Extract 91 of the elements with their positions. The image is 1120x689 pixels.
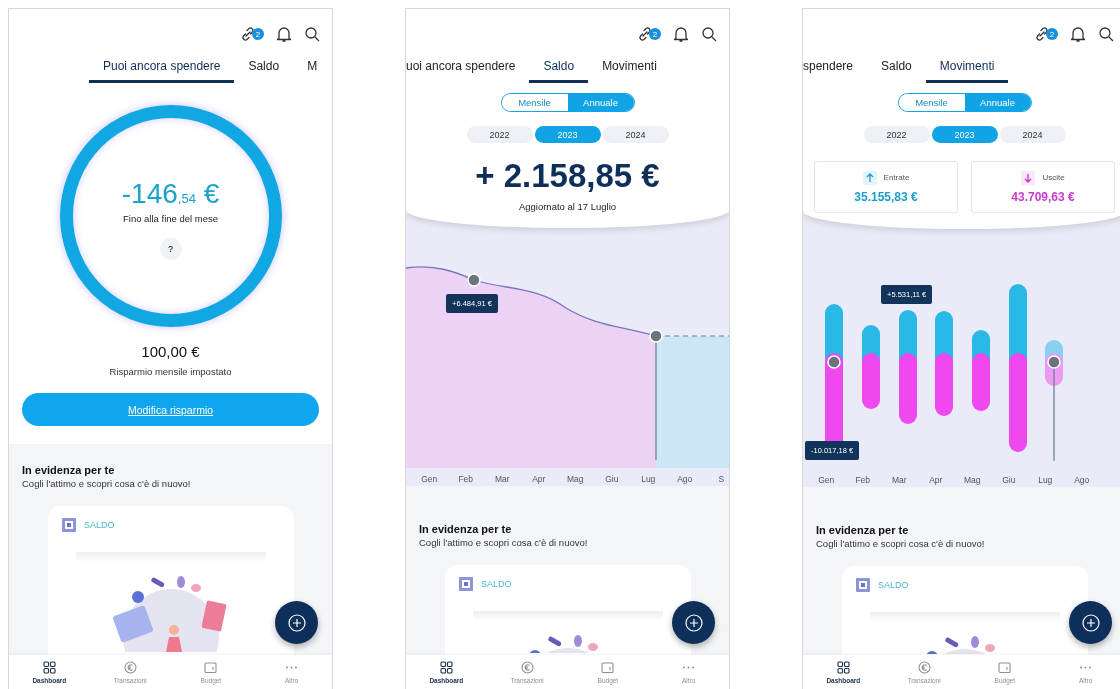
help-button[interactable]: ? — [159, 238, 182, 260]
down-arrow-icon — [1021, 170, 1036, 185]
section-subtitle: Cogli l'attimo e scopri cosa c'è di nuovo! — [419, 537, 589, 548]
link-icon[interactable] — [240, 26, 256, 42]
month-label: Mar — [890, 475, 908, 485]
total-amount: 35.155,83 € — [854, 189, 918, 204]
month-label: Apr — [531, 474, 547, 484]
month-label: S — [717, 474, 726, 484]
year-chip[interactable]: 2022 — [863, 126, 930, 143]
notification-badge: 2 — [252, 28, 264, 40]
bell-icon[interactable] — [673, 25, 689, 43]
tab[interactable]: Puoi ancora spendere — [89, 59, 235, 83]
plus-icon — [1081, 613, 1100, 632]
grid-icon — [836, 660, 850, 674]
search-icon[interactable] — [1098, 26, 1114, 42]
month-label: Giu — [1001, 475, 1017, 485]
tab[interactable]: Movimenti — [588, 59, 671, 83]
plus-icon — [684, 613, 703, 632]
period-option[interactable]: Annuale — [964, 94, 1031, 111]
bell-icon[interactable] — [276, 25, 292, 43]
square-icon — [459, 577, 473, 591]
promo-card[interactable]: SALDO — [48, 506, 294, 655]
card-label: SALDO — [84, 520, 115, 530]
tab[interactable]: Saldo — [867, 59, 926, 83]
wallet-icon — [601, 660, 615, 674]
total-label: Uscite — [1042, 173, 1065, 182]
square-icon — [62, 518, 76, 532]
tab[interactable]: Movimenti — [925, 59, 1009, 83]
tab[interactable]: spendere — [803, 59, 868, 83]
month-label: Mar — [493, 474, 511, 484]
year-chip[interactable]: 2023 — [534, 126, 601, 143]
period-option[interactable]: Annuale — [567, 94, 634, 111]
section-subtitle: Cogli l'attimo e scopri cosa c'è di nuovo! — [816, 538, 986, 549]
tab[interactable]: Saldo — [529, 59, 589, 83]
year-chip[interactable]: 2024 — [602, 126, 669, 143]
total-label: Entrate — [883, 173, 910, 182]
saving-amount: 100,00 € — [141, 343, 200, 360]
notification-badge: 2 — [1046, 28, 1058, 40]
month-label: Apr — [928, 475, 944, 485]
month-label: Feb — [854, 475, 872, 485]
search-icon[interactable] — [701, 26, 717, 42]
card-label: SALDO — [481, 579, 512, 589]
month-label: Mag — [565, 474, 585, 484]
saving-caption: Risparmio mensile impostato — [109, 366, 232, 377]
grid-icon — [439, 660, 453, 674]
wallet-icon — [998, 660, 1012, 674]
month-label: Mag — [962, 475, 982, 485]
promo-card[interactable]: SALDO — [842, 566, 1088, 655]
wallet-icon — [204, 660, 218, 674]
square-icon — [856, 578, 870, 592]
section-title: In evidenza per te — [419, 523, 513, 535]
section-title: In evidenza per te — [22, 464, 116, 476]
month-label: Feb — [457, 474, 475, 484]
year-chip[interactable]: 2024 — [999, 126, 1066, 143]
section-subtitle: Cogli l'attimo e scopri cosa c'è di nuovo! — [22, 478, 192, 489]
year-chip[interactable]: 2022 — [466, 126, 533, 143]
remaining-caption: Fino alla fine del mese — [122, 213, 219, 224]
month-label: Gen — [420, 474, 439, 484]
tab[interactable]: Saldo — [234, 59, 294, 83]
tab[interactable]: uoi ancora spendere — [406, 59, 530, 83]
grid-icon — [42, 660, 56, 674]
month-label: Lug — [640, 474, 657, 484]
edit-saving-button[interactable]: Modifica risparmio — [22, 393, 319, 426]
notification-badge: 2 — [649, 28, 661, 40]
coin-icon — [917, 660, 931, 674]
data-point[interactable] — [827, 355, 841, 369]
month-label: Ago — [676, 474, 694, 484]
coin-icon — [123, 660, 137, 674]
month-label: Gen — [817, 475, 836, 485]
link-icon[interactable] — [1034, 26, 1050, 42]
month-label: Lug — [1037, 475, 1054, 485]
month-label: Giu — [604, 474, 620, 484]
remaining-amount: -146,54 € — [121, 178, 220, 210]
search-icon[interactable] — [304, 26, 320, 42]
up-arrow-icon — [862, 170, 877, 185]
section-title: In evidenza per te — [816, 524, 910, 536]
month-label: Ago — [1073, 475, 1091, 485]
coin-icon — [520, 660, 534, 674]
data-point[interactable] — [649, 329, 663, 343]
promo-card[interactable]: SALDO — [445, 565, 691, 655]
card-label: SALDO — [878, 580, 909, 590]
updated-date: Aggiornato al 17 Luglio — [518, 201, 617, 212]
bell-icon[interactable] — [1070, 25, 1086, 43]
year-chip[interactable]: 2023 — [931, 126, 998, 143]
link-icon[interactable] — [637, 26, 653, 42]
data-point[interactable] — [467, 273, 481, 287]
data-point[interactable] — [1047, 355, 1061, 369]
plus-icon — [287, 613, 306, 632]
balance-amount: + 2.158,85 € — [475, 157, 660, 195]
total-amount: 43.709,63 € — [1011, 189, 1075, 204]
tab[interactable]: M — [293, 59, 332, 83]
